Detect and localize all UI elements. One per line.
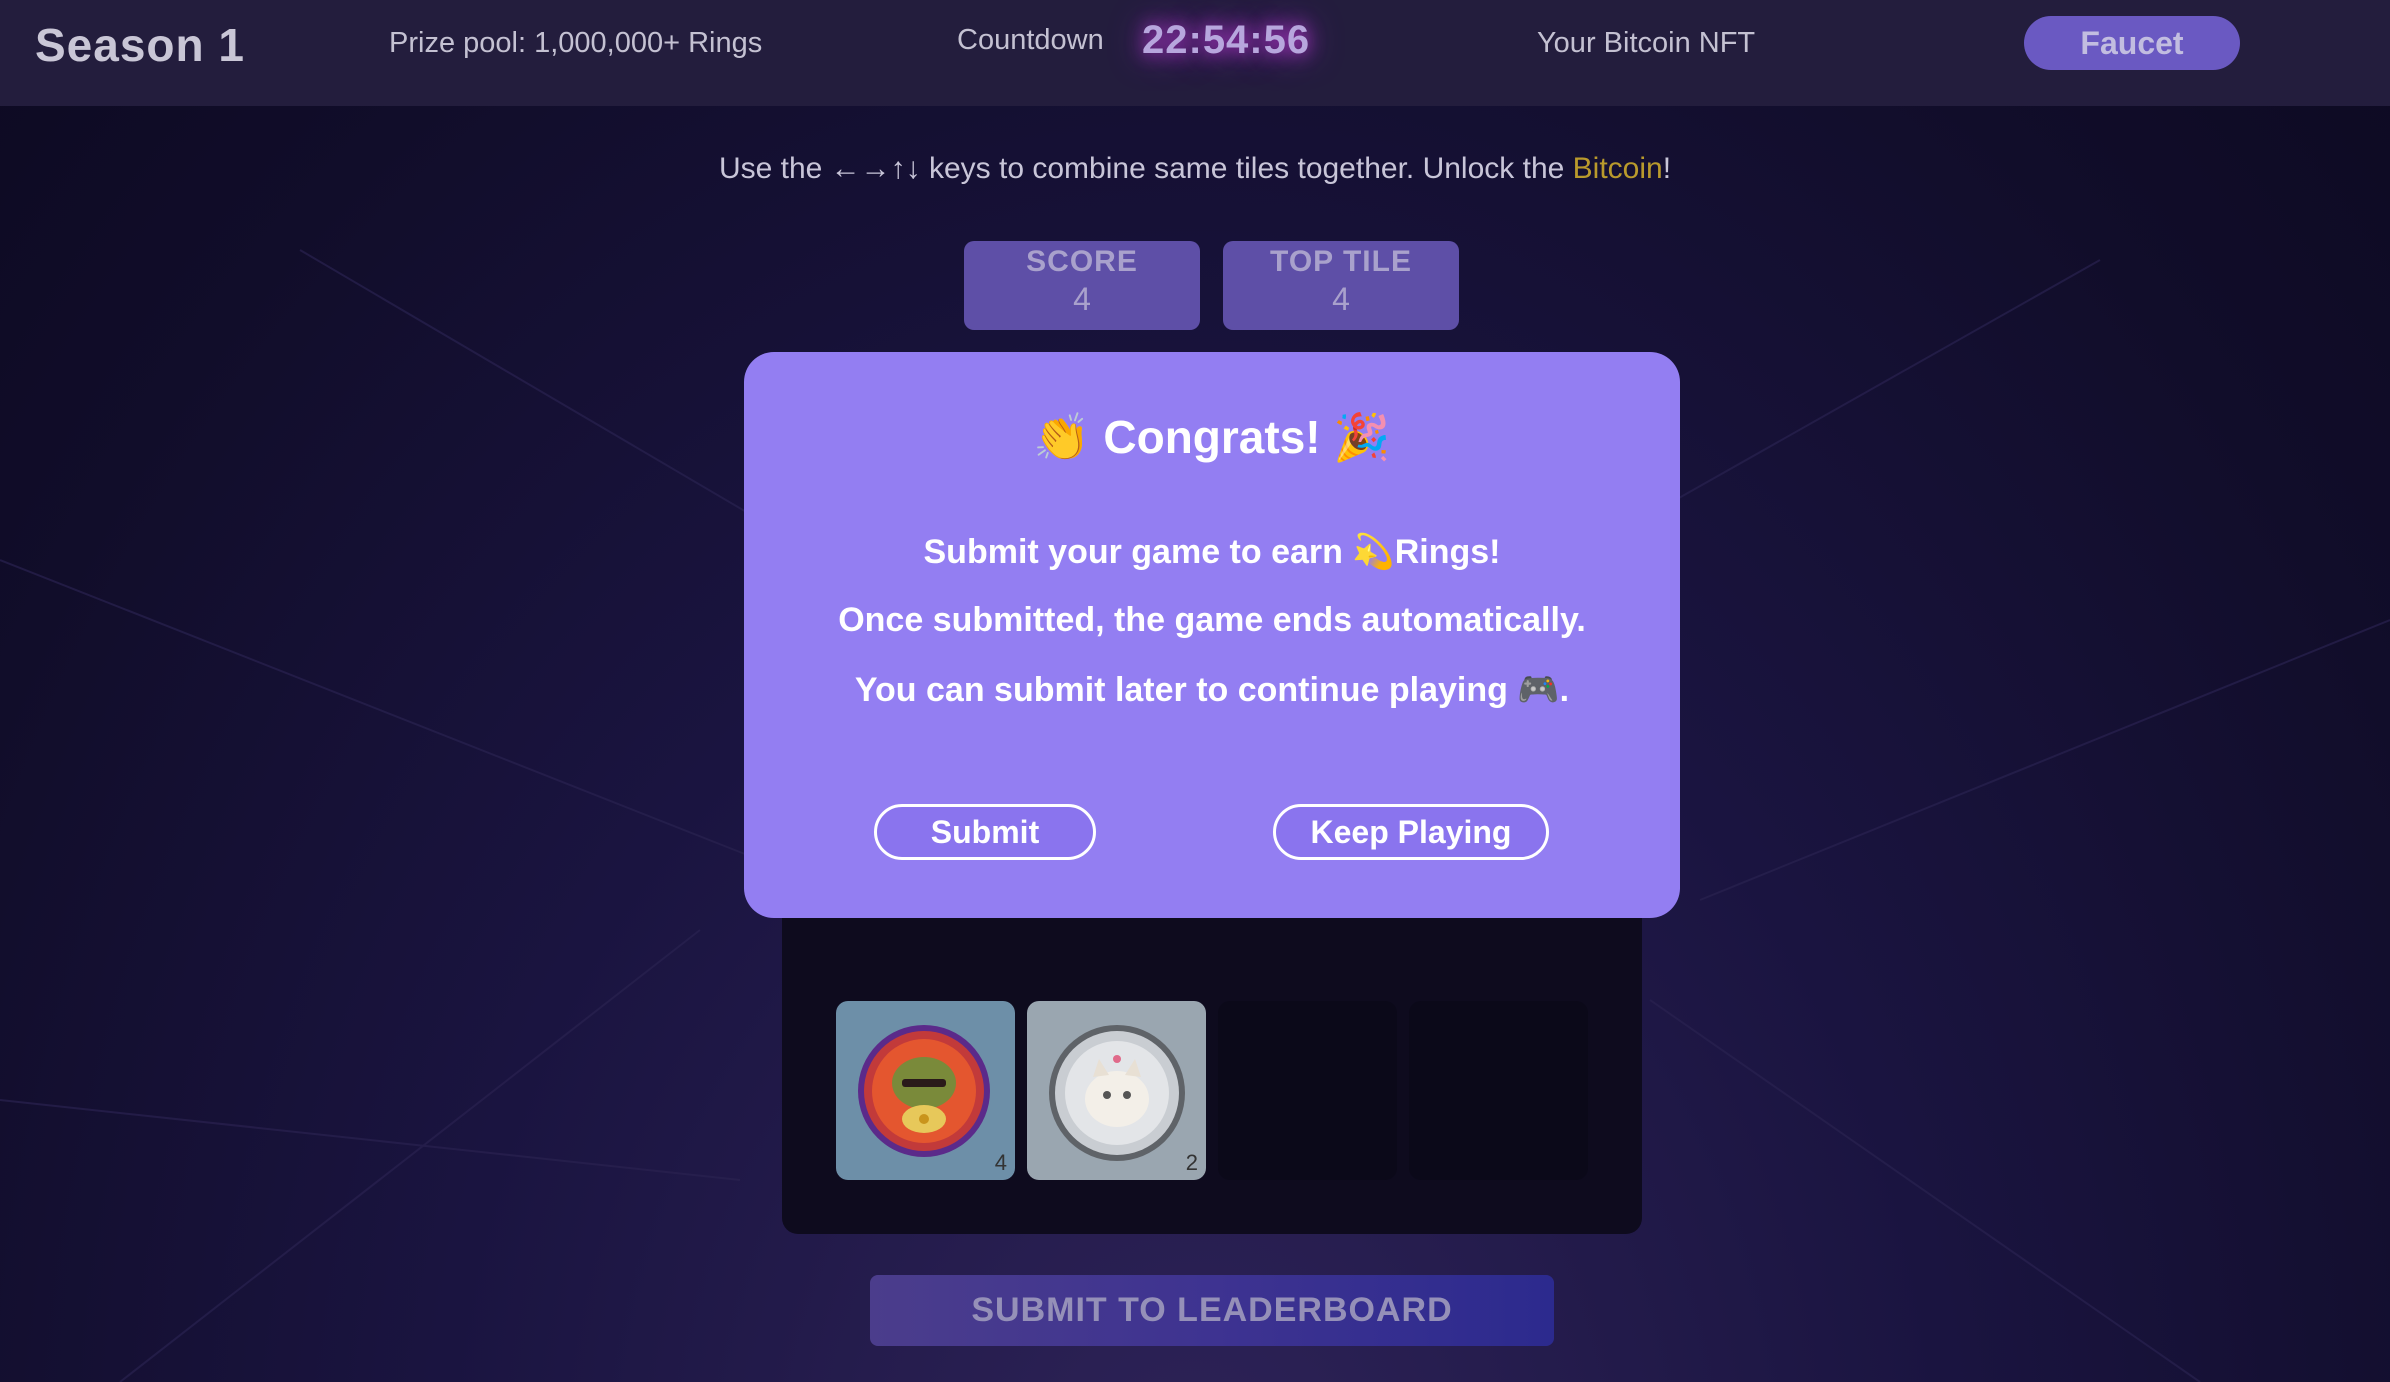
- modal-line-3: You can submit later to continue playing…: [744, 670, 1680, 710]
- score-label: SCORE: [1026, 245, 1138, 278]
- keep-playing-button[interactable]: Keep Playing: [1273, 804, 1549, 860]
- bitcoin-nft-link[interactable]: Your Bitcoin NFT: [1537, 27, 1755, 60]
- countdown-timer: 22:54:56: [1142, 18, 1311, 62]
- tile-value: 2: [1185, 1150, 1198, 1175]
- modal-title: 👏 Congrats! 🎉: [744, 410, 1680, 465]
- modal-line-3-prefix: You can submit later to continue playing: [854, 671, 1518, 709]
- board-tile: 4: [836, 1001, 1015, 1180]
- tile-value: 4: [994, 1150, 1007, 1175]
- modal-title-text: Congrats!: [1103, 411, 1321, 463]
- clapping-hands-icon: 👏: [1033, 410, 1091, 464]
- party-popper-icon: 🎉: [1333, 410, 1391, 464]
- board-cell: [1409, 1001, 1588, 1180]
- bitcoin-highlight: Bitcoin: [1572, 152, 1663, 185]
- pepe-coin-icon: [858, 1025, 990, 1157]
- submit-button[interactable]: Submit: [874, 804, 1096, 860]
- top-bar: Season 1 Prize pool: 1,000,000+ Rings Co…: [0, 0, 2390, 106]
- cat-coin-icon: [1049, 1025, 1185, 1161]
- submit-to-leaderboard-button[interactable]: SUBMIT TO LEADERBOARD: [870, 1275, 1554, 1346]
- modal-line-3-suffix: .: [1559, 671, 1570, 709]
- dizzy-icon: 💫: [1352, 532, 1395, 572]
- instructions-suffix: !: [1662, 152, 1672, 185]
- board-cell: [1218, 1001, 1397, 1180]
- game-controller-icon: 🎮: [1517, 670, 1560, 710]
- instructions-text: Use the ←→↑↓ keys to combine same tiles …: [0, 152, 2390, 186]
- modal-line-1-suffix: Rings!: [1394, 533, 1501, 571]
- board-tile: 2: [1027, 1001, 1206, 1180]
- top-tile-box: TOP TILE 4: [1223, 241, 1459, 330]
- congrats-modal: 👏 Congrats! 🎉 Submit your game to earn 💫…: [744, 352, 1680, 918]
- season-title: Season 1: [35, 19, 245, 71]
- score-box: SCORE 4: [964, 241, 1200, 330]
- score-value: 4: [1073, 281, 1091, 317]
- top-tile-label: TOP TILE: [1270, 245, 1412, 278]
- instructions-prefix: Use the ←→↑↓ keys to combine same tiles …: [718, 152, 1573, 185]
- faucet-button[interactable]: Faucet: [2024, 16, 2240, 70]
- top-tile-value: 4: [1332, 281, 1350, 317]
- modal-line-1: Submit your game to earn 💫Rings!: [744, 532, 1680, 572]
- modal-line-1-prefix: Submit your game to earn: [923, 533, 1353, 571]
- modal-line-2: Once submitted, the game ends automatica…: [838, 601, 1586, 639]
- prize-pool: Prize pool: 1,000,000+ Rings: [389, 27, 763, 59]
- countdown-label: Countdown: [957, 24, 1104, 56]
